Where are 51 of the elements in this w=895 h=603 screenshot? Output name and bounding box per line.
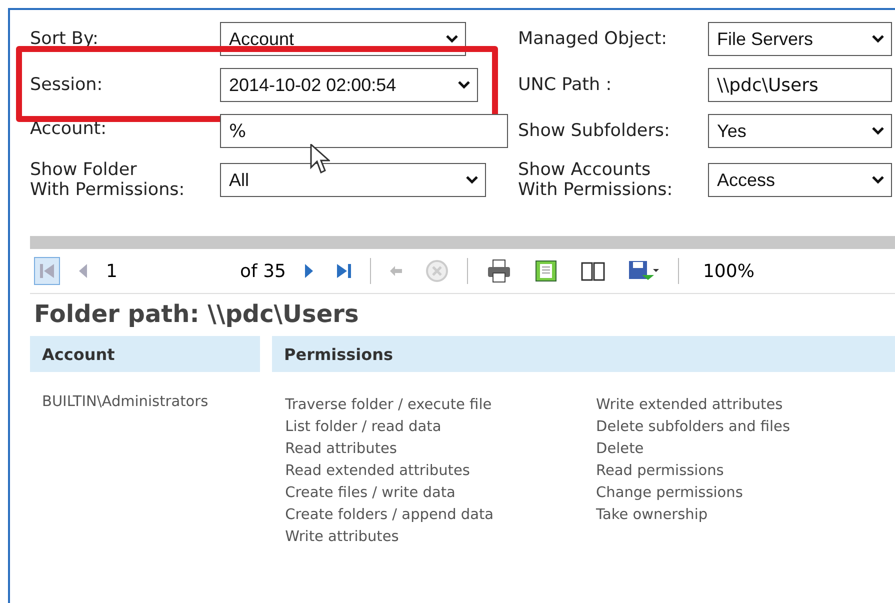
permission-item: Delete subfolders and files bbox=[596, 418, 792, 438]
input-field[interactable]: % bbox=[220, 114, 508, 148]
permission-item: Change permissions bbox=[596, 484, 744, 504]
field-label: Show Accounts With Permissions: bbox=[518, 160, 674, 200]
stop-icon bbox=[424, 259, 449, 284]
column-header: Permissions bbox=[272, 336, 895, 372]
permission-item: Traverse folder / execute file bbox=[285, 396, 493, 416]
field-label: Show Subfolders: bbox=[518, 120, 671, 142]
chevron-down-icon bbox=[871, 34, 885, 44]
permission-item: Delete bbox=[596, 440, 645, 460]
permission-item: Read attributes bbox=[285, 440, 398, 460]
dropdown[interactable]: Yes bbox=[708, 114, 892, 148]
chevron-down-icon bbox=[457, 80, 471, 90]
field-label: Account: bbox=[30, 118, 108, 140]
column-header: Account bbox=[30, 336, 260, 372]
chevron-down-icon bbox=[465, 175, 479, 186]
next-icon bbox=[304, 263, 314, 280]
permission-item: Write attributes bbox=[285, 528, 400, 548]
input-field[interactable]: \\pdc\Users bbox=[708, 68, 892, 102]
page-icon bbox=[534, 259, 558, 284]
account-cell-text: BUILTIN\Administrators bbox=[41, 394, 210, 412]
chevron-down-icon bbox=[871, 175, 885, 186]
permission-item: Create files / write data bbox=[285, 484, 456, 504]
dropdown[interactable]: Access bbox=[708, 163, 892, 198]
field-label: Show Folder With Permissions: bbox=[30, 160, 186, 200]
permission-item: Read permissions bbox=[596, 462, 725, 482]
book-icon bbox=[580, 260, 606, 282]
dropdown[interactable]: File Servers bbox=[708, 22, 892, 56]
page-number[interactable]: 1 bbox=[106, 260, 226, 282]
field-label: UNC Path : bbox=[518, 74, 613, 96]
field-label: Managed Object: bbox=[518, 28, 668, 50]
permission-item: Take ownership bbox=[596, 506, 709, 526]
chevron-down-icon bbox=[871, 126, 885, 136]
dropdown[interactable]: 2014-10-02 02:00:54 bbox=[220, 68, 478, 102]
back-arrow-icon bbox=[388, 265, 403, 278]
field-label: Sort By: bbox=[30, 28, 100, 50]
chevron-down-icon bbox=[445, 34, 459, 44]
permission-item: Create folders / append data bbox=[285, 506, 495, 526]
folder-path-heading: Folder path: \\pdc\Users bbox=[34, 300, 360, 328]
printer-icon bbox=[486, 259, 512, 284]
page-count: of 35 bbox=[240, 260, 286, 282]
zoom-level[interactable]: 100% bbox=[702, 260, 754, 282]
permission-item: List folder / read data bbox=[285, 418, 442, 438]
first-page-icon bbox=[39, 262, 55, 280]
last-page-icon bbox=[336, 262, 352, 280]
permission-item: Write extended attributes bbox=[596, 396, 784, 416]
dropdown[interactable]: All bbox=[220, 163, 486, 198]
permission-item: Read extended attributes bbox=[285, 462, 471, 482]
previous-icon bbox=[78, 263, 88, 280]
mouse-pointer-icon bbox=[310, 144, 330, 174]
field-label: Session: bbox=[30, 74, 104, 96]
